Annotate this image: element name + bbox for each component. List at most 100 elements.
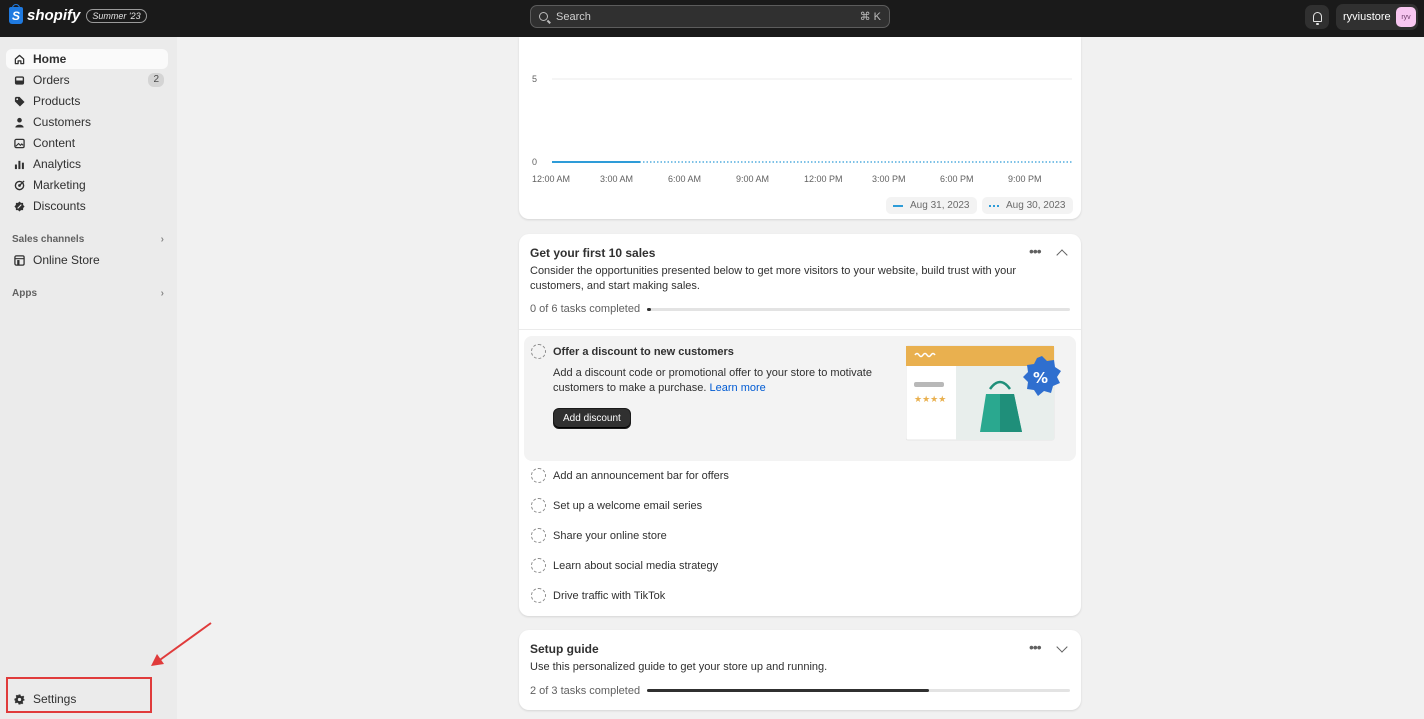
- collapse-chevron-icon[interactable]: [1056, 249, 1068, 261]
- setup-guide-card: Setup guide ••• Use this personalized gu…: [519, 630, 1081, 710]
- x-tick-label: 12:00 PM: [804, 174, 843, 184]
- sidebar-item-customers[interactable]: Customers: [6, 112, 168, 132]
- x-tick-label: 3:00 PM: [872, 174, 906, 184]
- x-tick-label: 3:00 AM: [600, 174, 633, 184]
- sales-channels-label: Sales channels: [12, 234, 85, 245]
- progress-label: 2 of 3 tasks completed: [530, 685, 641, 697]
- svg-text:★★★★: ★★★★: [914, 395, 946, 405]
- version-badge: Summer '23: [86, 8, 147, 23]
- sidebar-item-discounts[interactable]: Discounts: [6, 196, 168, 216]
- brand-name: shopify: [27, 7, 81, 24]
- legend-label: Aug 31, 2023: [910, 200, 970, 211]
- y-tick-label: 0: [532, 157, 537, 167]
- card-description: Use this personalized guide to get your …: [530, 661, 828, 673]
- task-checkbox[interactable]: [531, 468, 546, 483]
- search-shortcut: ⌘ K: [859, 11, 881, 23]
- apps-header[interactable]: Apps ›: [12, 288, 164, 299]
- tag-icon: [14, 96, 25, 107]
- search-placeholder: Search: [556, 10, 591, 23]
- sidebar-item-home[interactable]: Home: [6, 49, 168, 69]
- x-tick-label: 12:00 AM: [532, 174, 570, 184]
- top-bar: S shopify Summer '23 Search ⌘ K ryviusto…: [0, 0, 1424, 37]
- task-item-share-store[interactable]: Share your online store: [553, 530, 667, 542]
- shopify-logo[interactable]: S shopify Summer '23: [9, 4, 147, 24]
- sidebar-item-content[interactable]: Content: [6, 133, 168, 153]
- progress-bar-fill: [647, 308, 652, 311]
- active-task-title[interactable]: Offer a discount to new customers: [553, 346, 734, 358]
- active-task-panel: Offer a discount to new customers Add a …: [524, 336, 1076, 461]
- shopify-bag-icon: S: [9, 4, 23, 24]
- progress-bar: [647, 689, 1070, 692]
- legend-item-aug-30[interactable]: Aug 30, 2023: [982, 197, 1073, 214]
- legend-dotted-line: [989, 204, 999, 207]
- discount-illustration: ★★★★ %: [906, 345, 1061, 441]
- more-actions-button[interactable]: •••: [1029, 243, 1042, 259]
- card-title: Setup guide: [530, 642, 599, 656]
- expand-chevron-icon[interactable]: [1056, 641, 1068, 653]
- progress-bar-fill: [647, 689, 930, 692]
- discount-icon: [14, 200, 25, 212]
- sidebar-item-label: Home: [33, 52, 67, 66]
- sidebar-item-products[interactable]: Products: [6, 91, 168, 111]
- task-checkbox[interactable]: [531, 588, 546, 603]
- svg-text:%: %: [1033, 369, 1048, 387]
- divider: [519, 329, 1081, 330]
- sidebar-item-label: Orders: [33, 73, 70, 87]
- task-checkbox[interactable]: [531, 528, 546, 543]
- legend-item-aug-31[interactable]: Aug 31, 2023: [886, 197, 977, 214]
- task-item-welcome-email[interactable]: Set up a welcome email series: [553, 500, 702, 512]
- sales-chart-card: 5 0 12:00 AM 3:00 AM 6:00 AM 9:00 AM 12:00 PM 3…: [519, 37, 1081, 219]
- progress-label: 0 of 6 tasks completed: [530, 303, 641, 315]
- store-name: ryviustore: [1343, 11, 1391, 23]
- task-checkbox[interactable]: [531, 344, 546, 359]
- task-checkbox[interactable]: [531, 558, 546, 573]
- sidebar-item-label: Discounts: [33, 199, 86, 213]
- target-icon: [14, 179, 25, 190]
- sidebar-item-label: Products: [33, 94, 81, 108]
- sidebar-item-analytics[interactable]: Analytics: [6, 154, 168, 174]
- home-icon: [14, 54, 25, 64]
- chevron-right-icon: ›: [160, 234, 164, 245]
- sidebar-item-label: Marketing: [33, 178, 86, 192]
- card-description: Consider the opportunities presented bel…: [530, 265, 1017, 292]
- image-icon: [14, 138, 25, 148]
- sidebar-item-orders[interactable]: Orders 2: [6, 70, 168, 90]
- avatar: ryv: [1396, 7, 1416, 27]
- add-discount-button[interactable]: Add discount: [553, 408, 631, 429]
- apps-label: Apps: [12, 288, 37, 299]
- task-item-announcement[interactable]: Add an announcement bar for offers: [553, 470, 729, 482]
- active-task-description: Add a discount code or promotional offer…: [553, 366, 873, 396]
- search-bar[interactable]: Search ⌘ K: [530, 5, 890, 28]
- store-menu-button[interactable]: ryviustore ryv: [1336, 4, 1418, 30]
- bell-icon: [1312, 12, 1322, 25]
- sidebar: Home Orders 2 Products Customers Content…: [0, 37, 177, 719]
- task-item-tiktok[interactable]: Drive traffic with TikTok: [553, 590, 665, 602]
- orders-count-badge: 2: [148, 73, 164, 87]
- legend-label: Aug 30, 2023: [1006, 200, 1066, 211]
- task-item-social-media[interactable]: Learn about social media strategy: [553, 560, 718, 572]
- sidebar-item-label: Content: [33, 136, 76, 150]
- x-tick-label: 6:00 PM: [940, 174, 974, 184]
- task-checkbox[interactable]: [531, 498, 546, 513]
- sales-line-chart: 5 0 12:00 AM 3:00 AM 6:00 AM 9:00 AM 12:00 PM 3…: [532, 74, 1072, 184]
- card-title: Get your first 10 sales: [530, 246, 656, 260]
- learn-more-link[interactable]: Learn more: [710, 382, 766, 394]
- sidebar-item-marketing[interactable]: Marketing: [6, 175, 168, 195]
- annotation-arrow: [151, 622, 212, 666]
- x-tick-label: 9:00 AM: [736, 174, 769, 184]
- store-icon: [14, 254, 25, 266]
- sidebar-item-online-store[interactable]: Online Store: [6, 250, 168, 270]
- settings-highlight-box: [6, 677, 152, 713]
- legend-solid-line: [893, 204, 903, 207]
- y-tick-label: 5: [532, 74, 537, 84]
- inbox-icon: [14, 75, 25, 85]
- person-icon: [15, 117, 24, 128]
- notifications-button[interactable]: [1305, 5, 1329, 29]
- sidebar-item-label: Analytics: [33, 157, 82, 171]
- sidebar-item-label: Customers: [33, 115, 92, 129]
- progress-bar: [647, 308, 1070, 311]
- sales-channels-header[interactable]: Sales channels ›: [12, 234, 164, 245]
- more-actions-button[interactable]: •••: [1029, 639, 1042, 655]
- x-tick-label: 6:00 AM: [668, 174, 701, 184]
- search-icon: [539, 12, 548, 21]
